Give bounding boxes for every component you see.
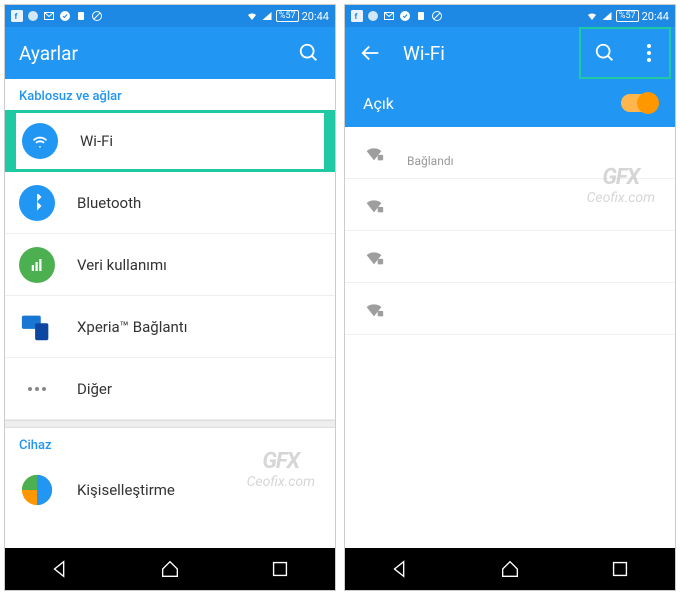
wifi-network-item[interactable] [345,179,675,231]
settings-item-label: Kişiselleştirme [77,481,321,499]
network-name [407,249,410,265]
section-divider [5,420,335,428]
wifi-network-item[interactable]: Bağlandı [345,127,675,179]
facebook-icon: f [11,10,23,22]
recent-nav-icon[interactable] [609,558,631,580]
settings-screen: f %57 20:44 Ayarlar Kablosuz ve ağlar Wi… [4,4,336,591]
settings-item-bluetooth[interactable]: Bluetooth [5,172,335,234]
back-icon[interactable] [359,41,383,65]
network-status: Bağlandı [407,154,454,168]
dnd-icon [431,10,443,22]
data-usage-icon [19,247,55,283]
appbar: Wi-Fi [345,27,675,79]
settings-item-label: Bluetooth [77,194,321,212]
settings-item-data-usage[interactable]: Veri kullanımı [5,234,335,296]
recent-nav-icon[interactable] [269,558,291,580]
gmail-icon [43,10,55,22]
svg-text:f: f [15,12,18,21]
home-nav-icon[interactable] [499,558,521,580]
settings-item-xperia[interactable]: Xperia™ Bağlantı [5,296,335,358]
wifi-secure-icon [363,246,385,268]
appbar: Ayarlar [5,27,335,79]
section-wireless-header: Kablosuz ve ağlar [5,79,335,110]
more-icon [19,371,55,407]
wifi-network-item[interactable] [345,283,675,335]
network-name [407,197,410,213]
facebook-icon: f [351,10,363,22]
nav-bar [345,548,675,590]
wifi-signal-icon [586,10,598,22]
wifi-secure-icon [363,298,385,320]
status-bar: f %57 20:44 [5,5,335,27]
check-icon [59,10,71,22]
svg-text:f: f [355,12,358,21]
wifi-secure-icon [363,194,385,216]
check-icon [399,10,411,22]
wifi-icon [22,123,58,159]
nav-bar [5,548,335,590]
notification-icon [415,10,427,22]
battery-level: %57 [616,10,639,22]
settings-item-wifi[interactable]: Wi-Fi [5,110,335,172]
search-icon[interactable] [593,41,617,65]
cell-signal-icon [601,10,613,22]
wifi-secure-icon [363,142,385,164]
bluetooth-icon [19,185,55,221]
settings-item-personalization[interactable]: Kişiselleştirme [5,459,335,521]
settings-item-label: Wi-Fi [80,132,318,150]
wifi-screen: f %57 20:44 Wi-Fi Açık [344,4,676,591]
battery-level: %57 [276,10,299,22]
wifi-toggle[interactable] [621,94,657,112]
notification-icon [75,10,87,22]
search-icon[interactable] [297,41,321,65]
xperia-icon [19,309,55,345]
home-nav-icon[interactable] [159,558,181,580]
back-nav-icon[interactable] [389,558,411,580]
wifi-network-item[interactable] [345,231,675,283]
clock: 20:44 [302,10,329,23]
settings-item-more[interactable]: Diğer [5,358,335,420]
overflow-menu-icon[interactable] [637,41,661,65]
wifi-signal-icon [246,10,258,22]
network-name [407,301,410,317]
gmail-icon [383,10,395,22]
wifi-toggle-row: Açık [345,79,675,127]
settings-item-label: Xperia™ Bağlantı [77,318,321,336]
page-title: Wi-Fi [403,42,573,65]
cell-signal-icon [261,10,273,22]
section-device-header: Cihaz [5,428,335,459]
clock: 20:44 [642,10,669,23]
hangouts-icon [367,10,379,22]
network-name [407,138,454,154]
hangouts-icon [27,10,39,22]
dnd-icon [91,10,103,22]
wifi-state-label: Açık [363,94,394,113]
back-nav-icon[interactable] [49,558,71,580]
settings-item-label: Veri kullanımı [77,256,321,274]
settings-item-label: Diğer [77,380,321,398]
personalization-icon [19,472,55,508]
status-bar: f %57 20:44 [345,5,675,27]
page-title: Ayarlar [19,42,277,65]
